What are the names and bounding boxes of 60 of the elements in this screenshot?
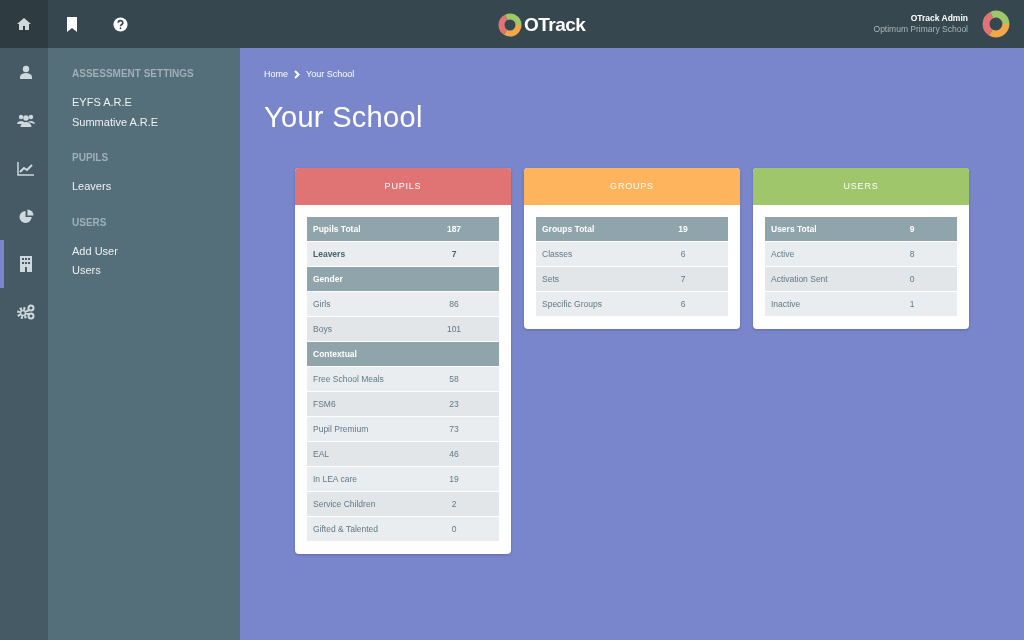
table-cell-text: Boys	[312, 322, 333, 336]
table-cell-text: Leavers	[312, 247, 347, 261]
table-cell-text: Specific Groups	[541, 297, 603, 311]
school-name: Optimum Primary School	[873, 24, 968, 35]
table-cell-text: Gifted & Talented	[312, 522, 380, 536]
sidebar-link[interactable]: Users	[72, 261, 216, 281]
table-cell-text: 19	[448, 472, 460, 486]
section-heading: USERS	[72, 215, 108, 230]
table-cell-text: 101	[445, 322, 463, 336]
logo-icon	[498, 13, 522, 38]
table-cell-text: 8	[908, 247, 916, 261]
table-cell-text: 23	[448, 397, 460, 411]
table-cell-text: Activation Sent	[770, 272, 829, 286]
sidebar-link[interactable]: Summative A.R.E	[72, 112, 216, 132]
table-cell-text: FSM6	[312, 397, 337, 411]
table-cell-text: 187	[445, 222, 463, 236]
table-cell-text: 9	[908, 222, 916, 236]
table-cell-text: Inactive	[770, 297, 802, 311]
home-icon	[16, 17, 32, 31]
table-cell-text: Service Children	[312, 497, 377, 511]
table-cell-text: 6	[679, 247, 687, 261]
table-cell-text: 58	[448, 372, 460, 386]
table-cell-text: 1	[908, 297, 916, 311]
table-cell-text: 46	[448, 447, 460, 461]
table-cell-text: 0	[908, 272, 916, 286]
table-cell-text: 19	[677, 222, 689, 236]
section-heading: ASSESSMENT SETTINGS	[72, 67, 195, 81]
brand-name: OTrack	[524, 13, 586, 37]
table-cell-text: Classes	[541, 247, 574, 261]
table-cell-text: 86	[448, 297, 460, 311]
table-cell-text: 2	[450, 497, 458, 511]
table-cell-text: Pupil Premium	[312, 422, 370, 436]
table-cell-text: Groups Total	[541, 222, 596, 236]
section-heading: PUPILS	[72, 151, 110, 165]
table-cell-text: 73	[448, 422, 460, 436]
breadcrumb-link[interactable]: Home	[264, 68, 288, 82]
user-name: OTrack Admin	[909, 13, 968, 24]
table-cell-text: Active	[770, 247, 796, 261]
table-cell-text: Gender	[312, 272, 344, 286]
table-cell-text: Sets	[541, 272, 560, 286]
chevron-icon	[294, 70, 300, 80]
sidebar-link[interactable]: Leavers	[72, 177, 216, 197]
table-cell-text: 6	[679, 297, 687, 311]
table-cell-text: Free School Meals	[312, 372, 385, 386]
card-header: PUPILS	[295, 168, 511, 206]
table-cell-text: Pupils Total	[312, 222, 362, 236]
table-cell-text: 7	[679, 272, 687, 286]
table-cell-text: 0	[450, 522, 458, 536]
table-cell-text: 7	[450, 247, 458, 261]
table-cell-text: In LEA care	[312, 472, 358, 486]
table-cell-text: Users Total	[770, 222, 818, 236]
page-title: Your School	[264, 99, 424, 135]
avatar-icon[interactable]	[982, 10, 1010, 38]
table-cell-text: Girls	[312, 297, 332, 311]
card-header: USERS	[753, 168, 969, 206]
table-cell-text: EAL	[312, 447, 331, 461]
table-cell-text: Contextual	[312, 347, 358, 361]
sidebar-link[interactable]: EYFS A.R.E	[72, 93, 216, 113]
sidebar-link[interactable]: Add User	[72, 241, 216, 261]
card-header: GROUPS	[524, 168, 740, 206]
